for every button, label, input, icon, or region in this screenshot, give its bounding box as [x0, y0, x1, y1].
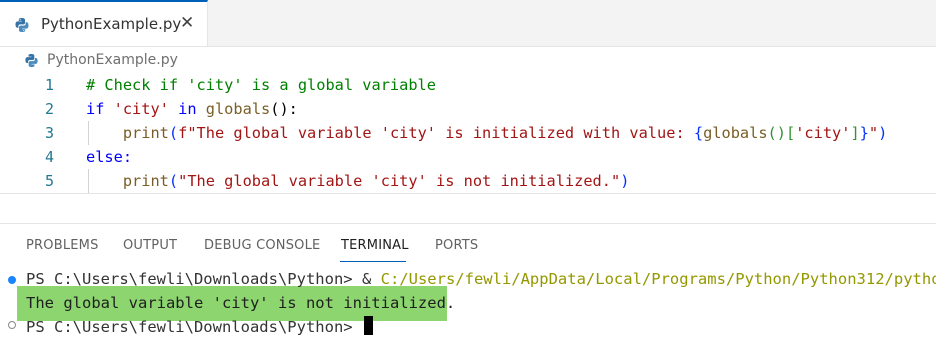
string-token: ": [868, 124, 879, 142]
comment-token: # Check if 'city' is a global variable: [86, 76, 436, 94]
bracket-token: ]: [850, 124, 860, 142]
keyword-token: in: [178, 100, 197, 118]
bracket-token: {: [693, 124, 704, 142]
bracket-token: }: [859, 124, 869, 142]
code-text: print(f"The global variable 'city' is in…: [86, 124, 887, 142]
tab-output[interactable]: OUTPUT: [123, 238, 177, 253]
ampersand: &: [361, 270, 381, 288]
code-text: if 'city' in globals():: [86, 100, 298, 118]
code-line: 4 else:: [0, 145, 936, 169]
string-token: f"The global variable 'city' is initiali…: [178, 124, 694, 142]
line-number: 4: [44, 148, 54, 166]
string-token: "The global variable 'city' is not initi…: [178, 172, 621, 190]
code-line: 2 if 'city' in globals():: [0, 97, 936, 121]
code-line: 3 print(f"The global variable 'city' is …: [0, 121, 936, 145]
bracket-token: ): [878, 124, 888, 142]
tab-python-example[interactable]: PythonExample.py ✕: [0, 0, 208, 46]
keyword-token: else:: [86, 148, 133, 166]
string-token: 'city': [113, 100, 169, 118]
editor-tab-bar: PythonExample.py ✕: [0, 0, 936, 47]
code-text: # Check if 'city' is a global variable: [86, 76, 436, 94]
divider: [0, 223, 936, 224]
prompt: PS C:\Users\fewli\Downloads\Python>: [26, 318, 362, 336]
terminal[interactable]: PS C:\Users\fewli\Downloads\Python> & C:…: [0, 270, 936, 356]
command-pending-icon[interactable]: [8, 321, 16, 329]
panel-tab-bar: PROBLEMS OUTPUT DEBUG CONSOLE TERMINAL P…: [0, 232, 936, 262]
indent-token: [86, 124, 123, 142]
string-token: 'city': [795, 124, 851, 142]
code-text: print("The global variable 'city' is not…: [86, 172, 630, 190]
line-number: 1: [44, 76, 54, 94]
code-text: else:: [86, 148, 132, 166]
tab-terminal[interactable]: TERMINAL: [341, 238, 409, 253]
tab-ports[interactable]: PORTS: [435, 238, 478, 253]
code-line: 1 # Check if 'city' is a global variable: [0, 73, 936, 97]
bracket-token: (): [767, 124, 786, 142]
active-tab-indicator: [340, 261, 406, 262]
code-line: 5 print("The global variable 'city' is n…: [0, 169, 936, 193]
line-number: 5: [44, 172, 54, 190]
tab-problems[interactable]: PROBLEMS: [26, 238, 99, 253]
punct-token: ():: [270, 100, 298, 118]
line-number: 2: [44, 100, 54, 118]
breadcrumb-file: PythonExample.py: [47, 52, 178, 68]
close-icon[interactable]: ✕: [180, 13, 194, 33]
prompt: PS C:\Users\fewli\Downloads\Python>: [26, 270, 362, 288]
terminal-output-line: The global variable 'city' is not initia…: [26, 294, 456, 312]
terminal-command-line: PS C:\Users\fewli\Downloads\Python> & C:…: [26, 270, 936, 288]
tab-label: PythonExample.py: [41, 15, 182, 33]
python-file-icon: [24, 53, 39, 72]
function-token: globals: [205, 100, 271, 118]
command-success-icon[interactable]: [8, 276, 16, 284]
bracket-token: (: [168, 124, 179, 142]
tab-debug-console[interactable]: DEBUG CONSOLE: [204, 238, 320, 253]
function-token: print: [122, 172, 169, 190]
indent-token: [86, 172, 123, 190]
function-token: globals: [703, 124, 768, 142]
function-token: print: [122, 124, 169, 142]
bracket-token: [: [785, 124, 796, 142]
python-file-icon: [14, 17, 30, 37]
bracket-token: (: [168, 172, 179, 190]
keyword-token: if: [86, 100, 105, 118]
code-editor[interactable]: 1 # Check if 'city' is a global variable…: [0, 72, 936, 194]
line-number: 3: [44, 124, 54, 142]
terminal-cursor: [363, 316, 373, 335]
terminal-prompt-line: PS C:\Users\fewli\Downloads\Python>: [26, 316, 373, 336]
bracket-token: ): [620, 172, 630, 190]
python-path: C:/Users/fewli/AppData/Local/Programs/Py…: [380, 270, 936, 288]
divider: [0, 193, 936, 194]
